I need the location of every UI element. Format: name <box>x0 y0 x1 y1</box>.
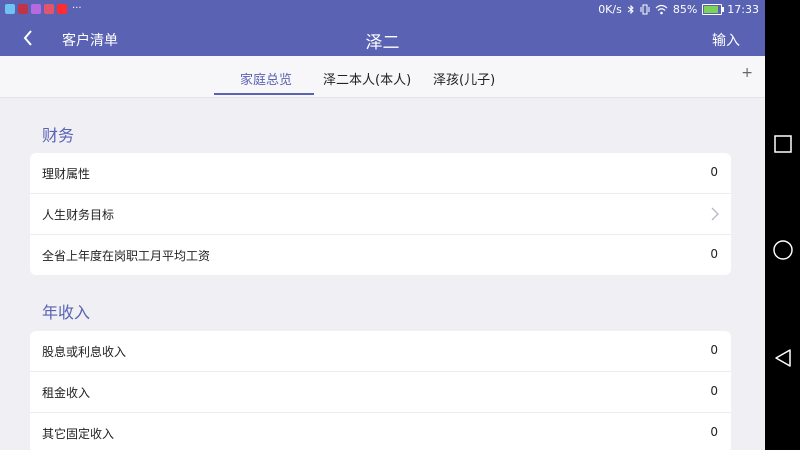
row-value: 0 <box>710 384 718 398</box>
row-value: 0 <box>710 247 718 261</box>
list-item[interactable]: 股息或利息收入 0 <box>30 331 731 372</box>
section-title-annual-income: 年收入 <box>42 303 91 322</box>
top-bar: ··· 0K/s 85% 17:33 客户清单 泽二 输入 <box>0 0 765 56</box>
add-tab-button[interactable]: + <box>741 65 753 81</box>
tab-son[interactable]: 泽孩(儿子) <box>433 69 495 88</box>
recent-apps-button[interactable] <box>771 132 795 156</box>
wifi-icon <box>655 4 668 15</box>
battery-percent: 85% <box>672 3 698 16</box>
app-icon-1 <box>5 4 15 14</box>
row-label: 股息或利息收入 <box>42 345 127 359</box>
list-item[interactable]: 人生财务目标 <box>30 194 731 235</box>
row-label: 租金收入 <box>42 386 91 400</box>
chevron-right-icon <box>711 206 719 225</box>
title-bar: 客户清单 泽二 输入 <box>0 21 765 56</box>
app-icon-2 <box>18 4 28 14</box>
row-value: 0 <box>710 425 718 439</box>
more-notifications-icon: ··· <box>72 3 82 14</box>
row-label: 全省上年度在岗职工月平均工资 <box>42 249 211 263</box>
active-tab-indicator <box>214 93 314 95</box>
app-screen: ··· 0K/s 85% 17:33 客户清单 泽二 输入 家庭总览 泽二本人(… <box>0 0 765 450</box>
system-back-button[interactable] <box>771 346 795 370</box>
app-icon-5 <box>57 4 67 14</box>
finance-card: 理财属性 0 人生财务目标 全省上年度在岗职工月平均工资 0 <box>30 153 731 275</box>
status-bar: ··· 0K/s 85% 17:33 <box>0 0 765 21</box>
network-speed: 0K/s <box>598 3 622 16</box>
row-label: 人生财务目标 <box>42 208 115 222</box>
page-title: 泽二 <box>365 33 400 53</box>
triangle-back-icon <box>775 349 791 367</box>
tab-family-overview[interactable]: 家庭总览 <box>240 69 292 88</box>
app-icon-4 <box>44 4 54 14</box>
row-value: 0 <box>710 343 718 357</box>
tab-self[interactable]: 泽二本人(本人) <box>323 69 411 88</box>
section-title-finance: 财务 <box>42 126 75 145</box>
tab-bar: 家庭总览 泽二本人(本人) 泽孩(儿子) + <box>0 56 765 98</box>
app-icon-3 <box>31 4 41 14</box>
system-navigation-bar <box>765 0 800 450</box>
input-button[interactable]: 输入 <box>712 30 740 50</box>
row-label: 其它固定收入 <box>42 427 115 441</box>
row-label: 理财属性 <box>42 167 91 181</box>
status-indicators: 0K/s 85% 17:33 <box>598 3 759 16</box>
annual-income-card: 股息或利息收入 0 租金收入 0 其它固定收入 0 <box>30 331 731 450</box>
home-button[interactable] <box>771 238 795 262</box>
battery-icon <box>702 4 725 15</box>
notification-icons: ··· <box>5 4 82 14</box>
list-item[interactable]: 理财属性 0 <box>30 153 731 194</box>
square-icon <box>774 135 792 153</box>
battery-fill <box>704 6 718 13</box>
list-item[interactable]: 全省上年度在岗职工月平均工资 0 <box>30 235 731 275</box>
vibrate-icon <box>640 4 650 15</box>
list-item[interactable]: 其它固定收入 0 <box>30 413 731 450</box>
list-item[interactable]: 租金收入 0 <box>30 372 731 413</box>
clock: 17:33 <box>727 3 759 16</box>
bluetooth-icon <box>627 4 635 15</box>
circle-icon <box>773 240 793 260</box>
row-value: 0 <box>710 165 718 179</box>
